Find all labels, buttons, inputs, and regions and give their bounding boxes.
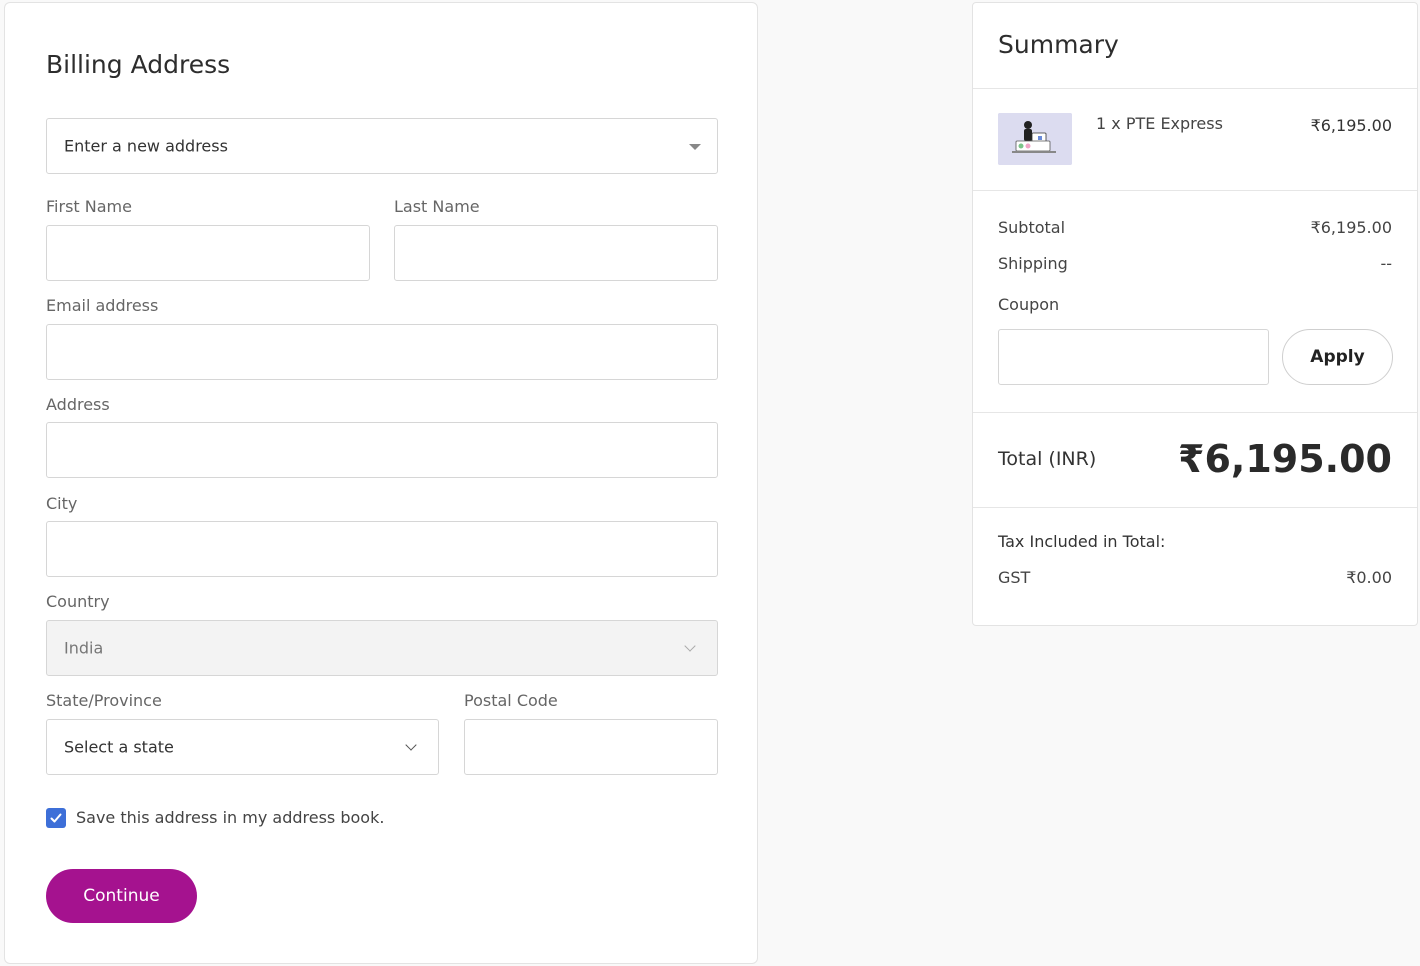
- city-label: City: [46, 494, 78, 513]
- country-select[interactable]: India: [46, 620, 718, 676]
- divider: [973, 88, 1417, 89]
- subtotal-label: Subtotal: [998, 218, 1066, 237]
- save-address-label[interactable]: Save this address in my address book.: [76, 808, 384, 827]
- coupon-input[interactable]: [998, 329, 1269, 385]
- postal-code-input[interactable]: [464, 719, 718, 775]
- summary-title: Summary: [998, 30, 1119, 59]
- state-label: State/Province: [46, 691, 162, 710]
- email-input[interactable]: [46, 324, 718, 380]
- country-label: Country: [46, 592, 110, 611]
- item-price: ₹6,195.00: [1310, 116, 1392, 135]
- billing-address-card: Billing Address Enter a new address Firs…: [4, 2, 758, 964]
- divider: [973, 412, 1417, 413]
- shipping-label: Shipping: [998, 254, 1068, 273]
- shipping-value: --: [1380, 254, 1392, 273]
- gst-label: GST: [998, 568, 1031, 587]
- checkmark-icon: [50, 813, 62, 823]
- last-name-input[interactable]: [394, 225, 718, 281]
- postal-code-label: Postal Code: [464, 691, 558, 710]
- state-select[interactable]: Select a state: [46, 719, 439, 775]
- total-value: ₹6,195.00: [1178, 437, 1392, 481]
- total-label: Total (INR): [998, 448, 1097, 470]
- continue-button[interactable]: Continue: [46, 869, 197, 923]
- coupon-label: Coupon: [998, 295, 1060, 314]
- last-name-label: Last Name: [394, 197, 480, 216]
- address-book-select-value: Enter a new address: [64, 136, 228, 156]
- email-label: Email address: [46, 296, 159, 315]
- address-input[interactable]: [46, 422, 718, 478]
- chevron-down-icon: [405, 739, 417, 751]
- subtotal-value: ₹6,195.00: [1310, 218, 1392, 237]
- save-address-checkbox[interactable]: [46, 808, 66, 828]
- state-select-value: Select a state: [64, 737, 174, 757]
- address-book-select[interactable]: Enter a new address: [46, 118, 718, 174]
- chevron-down-icon: [684, 640, 696, 652]
- first-name-label: First Name: [46, 197, 132, 216]
- gst-value: ₹0.00: [1346, 568, 1392, 587]
- product-illustration-icon: [998, 113, 1072, 165]
- divider: [973, 507, 1417, 508]
- apply-coupon-button[interactable]: Apply: [1282, 329, 1393, 385]
- order-summary-card: Summary 1 x PTE Express ₹6,195.00 Subtot…: [972, 2, 1418, 626]
- item-name: 1 x PTE Express: [1096, 114, 1223, 133]
- product-thumbnail: [998, 113, 1072, 165]
- address-label: Address: [46, 395, 110, 414]
- first-name-input[interactable]: [46, 225, 370, 281]
- billing-title: Billing Address: [46, 50, 231, 79]
- city-input[interactable]: [46, 521, 718, 577]
- country-select-value: India: [64, 638, 104, 658]
- tax-heading: Tax Included in Total:: [998, 532, 1166, 551]
- divider: [973, 190, 1417, 191]
- caret-down-icon: [689, 144, 701, 150]
